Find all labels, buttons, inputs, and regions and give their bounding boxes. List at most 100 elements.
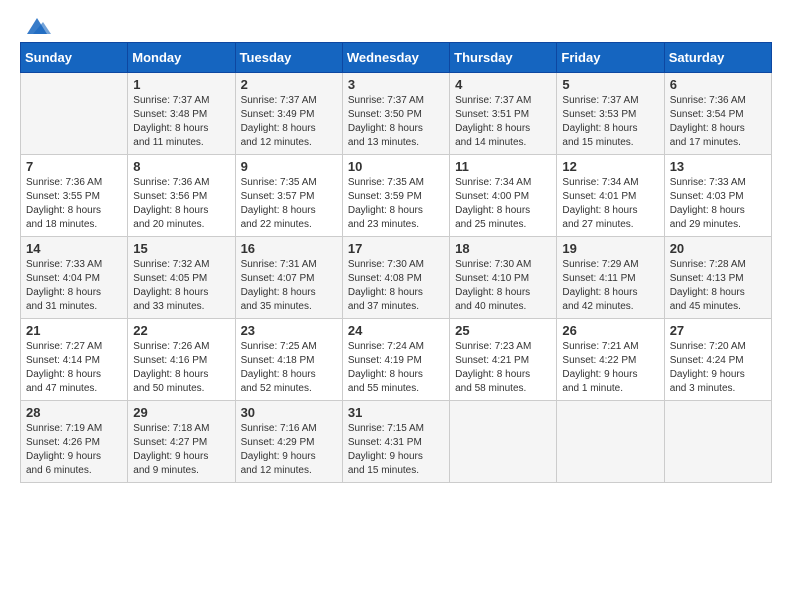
day-number: 5 xyxy=(562,77,658,92)
calendar-cell xyxy=(557,401,664,483)
day-number: 27 xyxy=(670,323,766,338)
day-info: Sunrise: 7:33 AMSunset: 4:04 PMDaylight:… xyxy=(26,258,122,314)
day-number: 22 xyxy=(133,323,229,338)
day-info: Sunrise: 7:19 AMSunset: 4:26 PMDaylight:… xyxy=(26,422,122,478)
calendar-week-2: 7 Sunrise: 7:36 AMSunset: 3:55 PMDaylight… xyxy=(21,155,772,237)
day-info: Sunrise: 7:23 AMSunset: 4:21 PMDaylight:… xyxy=(455,340,551,396)
calendar-cell: 7 Sunrise: 7:36 AMSunset: 3:55 PMDaylight… xyxy=(21,155,128,237)
day-info: Sunrise: 7:30 AMSunset: 4:08 PMDaylight:… xyxy=(348,258,444,314)
day-number: 19 xyxy=(562,241,658,256)
calendar-cell: 15Sunrise: 7:32 AMSunset: 4:05 PMDayligh… xyxy=(128,237,235,319)
day-info: Sunrise: 7:27 AMSunset: 4:14 PMDaylight:… xyxy=(26,340,122,396)
header-day-thursday: Thursday xyxy=(450,43,557,73)
calendar-cell: 28 Sunrise: 7:19 AMSunset: 4:26 PMDayligh… xyxy=(21,401,128,483)
calendar-cell: 20 Sunrise: 7:28 AMSunset: 4:13 PMDayligh… xyxy=(664,237,771,319)
logo-icon xyxy=(23,16,51,38)
calendar-week-1: 1Sunrise: 7:37 AMSunset: 3:48 PMDaylight… xyxy=(21,73,772,155)
calendar-cell: 26 Sunrise: 7:21 AMSunset: 4:22 PMDayligh… xyxy=(557,319,664,401)
day-info: Sunrise: 7:37 AMSunset: 3:50 PMDaylight:… xyxy=(348,94,444,150)
calendar-cell: 23 Sunrise: 7:25 AMSunset: 4:18 PMDayligh… xyxy=(235,319,342,401)
day-number: 8 xyxy=(133,159,229,174)
day-number: 12 xyxy=(562,159,658,174)
day-number: 30 xyxy=(241,405,337,420)
calendar-week-3: 14 Sunrise: 7:33 AMSunset: 4:04 PMDayligh… xyxy=(21,237,772,319)
day-info: Sunrise: 7:28 AMSunset: 4:13 PMDaylight:… xyxy=(670,258,766,314)
day-number: 28 xyxy=(26,405,122,420)
calendar-cell: 21 Sunrise: 7:27 AMSunset: 4:14 PMDayligh… xyxy=(21,319,128,401)
day-info: Sunrise: 7:36 AMSunset: 3:56 PMDaylight:… xyxy=(133,176,229,232)
day-number: 16 xyxy=(241,241,337,256)
calendar-body: 1Sunrise: 7:37 AMSunset: 3:48 PMDaylight… xyxy=(21,73,772,483)
calendar-cell: 29 Sunrise: 7:18 AMSunset: 4:27 PMDayligh… xyxy=(128,401,235,483)
day-number: 17 xyxy=(348,241,444,256)
day-info: Sunrise: 7:20 AMSunset: 4:24 PMDaylight:… xyxy=(670,340,766,396)
header-row: SundayMondayTuesdayWednesdayThursdayFrid… xyxy=(21,43,772,73)
day-info: Sunrise: 7:37 AMSunset: 3:49 PMDaylight:… xyxy=(241,94,337,150)
calendar-cell: 9Sunrise: 7:35 AMSunset: 3:57 PMDaylight… xyxy=(235,155,342,237)
day-number: 20 xyxy=(670,241,766,256)
calendar-cell: 30Sunrise: 7:16 AMSunset: 4:29 PMDayligh… xyxy=(235,401,342,483)
day-number: 18 xyxy=(455,241,551,256)
calendar-cell: 11 Sunrise: 7:34 AMSunset: 4:00 PMDayligh… xyxy=(450,155,557,237)
calendar-cell: 4 Sunrise: 7:37 AMSunset: 3:51 PMDaylight… xyxy=(450,73,557,155)
calendar-cell xyxy=(664,401,771,483)
day-number: 25 xyxy=(455,323,551,338)
day-info: Sunrise: 7:36 AMSunset: 3:54 PMDaylight:… xyxy=(670,94,766,150)
calendar-cell: 5Sunrise: 7:37 AMSunset: 3:53 PMDaylight… xyxy=(557,73,664,155)
header-day-monday: Monday xyxy=(128,43,235,73)
day-number: 7 xyxy=(26,159,122,174)
calendar-cell: 6 Sunrise: 7:36 AMSunset: 3:54 PMDaylight… xyxy=(664,73,771,155)
calendar-cell: 25 Sunrise: 7:23 AMSunset: 4:21 PMDayligh… xyxy=(450,319,557,401)
calendar-cell: 12 Sunrise: 7:34 AMSunset: 4:01 PMDayligh… xyxy=(557,155,664,237)
day-number: 1 xyxy=(133,77,229,92)
calendar-cell: 3 Sunrise: 7:37 AMSunset: 3:50 PMDaylight… xyxy=(342,73,449,155)
day-info: Sunrise: 7:30 AMSunset: 4:10 PMDaylight:… xyxy=(455,258,551,314)
day-info: Sunrise: 7:31 AMSunset: 4:07 PMDaylight:… xyxy=(241,258,337,314)
day-number: 21 xyxy=(26,323,122,338)
day-number: 4 xyxy=(455,77,551,92)
day-number: 13 xyxy=(670,159,766,174)
calendar-cell: 17 Sunrise: 7:30 AMSunset: 4:08 PMDayligh… xyxy=(342,237,449,319)
header-day-sunday: Sunday xyxy=(21,43,128,73)
day-info: Sunrise: 7:24 AMSunset: 4:19 PMDaylight:… xyxy=(348,340,444,396)
day-info: Sunrise: 7:37 AMSunset: 3:51 PMDaylight:… xyxy=(455,94,551,150)
day-number: 26 xyxy=(562,323,658,338)
day-info: Sunrise: 7:32 AMSunset: 4:05 PMDaylight:… xyxy=(133,258,229,314)
calendar-week-5: 28 Sunrise: 7:19 AMSunset: 4:26 PMDayligh… xyxy=(21,401,772,483)
calendar-table: SundayMondayTuesdayWednesdayThursdayFrid… xyxy=(20,42,772,483)
day-info: Sunrise: 7:36 AMSunset: 3:55 PMDaylight:… xyxy=(26,176,122,232)
day-number: 11 xyxy=(455,159,551,174)
calendar-cell: 13 Sunrise: 7:33 AMSunset: 4:03 PMDayligh… xyxy=(664,155,771,237)
day-number: 3 xyxy=(348,77,444,92)
day-info: Sunrise: 7:26 AMSunset: 4:16 PMDaylight:… xyxy=(133,340,229,396)
calendar-cell: 31Sunrise: 7:15 AMSunset: 4:31 PMDayligh… xyxy=(342,401,449,483)
day-info: Sunrise: 7:15 AMSunset: 4:31 PMDaylight:… xyxy=(348,422,444,478)
calendar-cell: 24Sunrise: 7:24 AMSunset: 4:19 PMDayligh… xyxy=(342,319,449,401)
day-number: 14 xyxy=(26,241,122,256)
day-number: 29 xyxy=(133,405,229,420)
calendar-cell: 18 Sunrise: 7:30 AMSunset: 4:10 PMDayligh… xyxy=(450,237,557,319)
calendar-cell: 16 Sunrise: 7:31 AMSunset: 4:07 PMDayligh… xyxy=(235,237,342,319)
calendar-cell: 2Sunrise: 7:37 AMSunset: 3:49 PMDaylight… xyxy=(235,73,342,155)
header-day-friday: Friday xyxy=(557,43,664,73)
calendar-header: SundayMondayTuesdayWednesdayThursdayFrid… xyxy=(21,43,772,73)
day-number: 6 xyxy=(670,77,766,92)
day-number: 10 xyxy=(348,159,444,174)
calendar-cell: 19Sunrise: 7:29 AMSunset: 4:11 PMDayligh… xyxy=(557,237,664,319)
day-info: Sunrise: 7:34 AMSunset: 4:01 PMDaylight:… xyxy=(562,176,658,232)
day-info: Sunrise: 7:33 AMSunset: 4:03 PMDaylight:… xyxy=(670,176,766,232)
calendar-cell: 22 Sunrise: 7:26 AMSunset: 4:16 PMDayligh… xyxy=(128,319,235,401)
day-number: 23 xyxy=(241,323,337,338)
logo xyxy=(20,16,51,34)
header-day-saturday: Saturday xyxy=(664,43,771,73)
calendar-week-4: 21 Sunrise: 7:27 AMSunset: 4:14 PMDayligh… xyxy=(21,319,772,401)
header-day-tuesday: Tuesday xyxy=(235,43,342,73)
calendar-cell: 10 Sunrise: 7:35 AMSunset: 3:59 PMDayligh… xyxy=(342,155,449,237)
calendar-cell: 27 Sunrise: 7:20 AMSunset: 4:24 PMDayligh… xyxy=(664,319,771,401)
day-info: Sunrise: 7:18 AMSunset: 4:27 PMDaylight:… xyxy=(133,422,229,478)
day-info: Sunrise: 7:25 AMSunset: 4:18 PMDaylight:… xyxy=(241,340,337,396)
day-number: 9 xyxy=(241,159,337,174)
day-info: Sunrise: 7:21 AMSunset: 4:22 PMDaylight:… xyxy=(562,340,658,396)
day-info: Sunrise: 7:34 AMSunset: 4:00 PMDaylight:… xyxy=(455,176,551,232)
day-info: Sunrise: 7:35 AMSunset: 3:59 PMDaylight:… xyxy=(348,176,444,232)
